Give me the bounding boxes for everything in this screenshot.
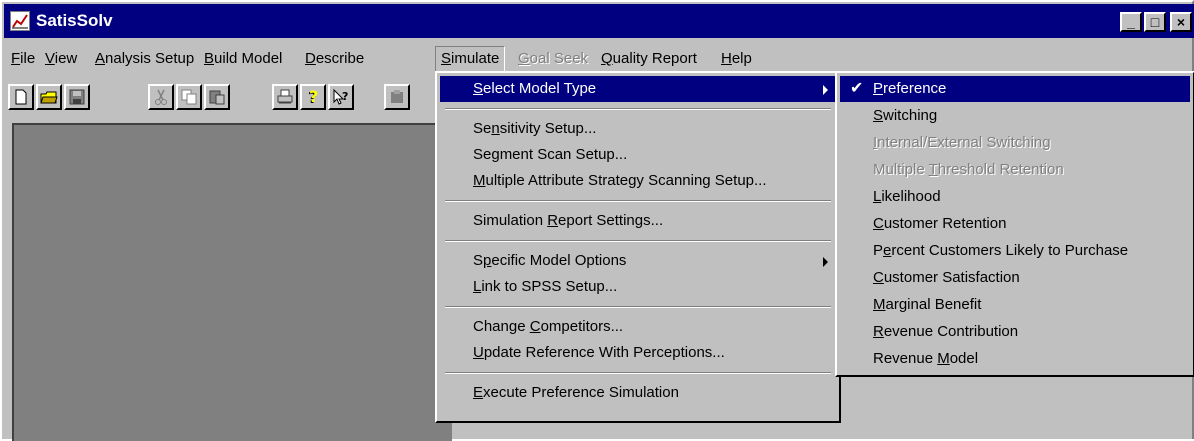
model-type-switching[interactable]: Switching (840, 103, 1190, 129)
mdi-client-area (12, 123, 452, 441)
svg-text:?: ? (309, 88, 318, 106)
svg-text:?: ? (342, 90, 348, 103)
menu-describe[interactable]: Describe (303, 47, 366, 71)
submenu-arrow-icon (823, 85, 828, 95)
open-folder-button[interactable] (36, 84, 62, 110)
menu-item-change-competitors[interactable]: Change Competitors... (440, 314, 836, 340)
maximize-button[interactable]: □ (1144, 12, 1166, 32)
window-title: SatisSolv (36, 11, 113, 30)
menu-item-specific-model-options[interactable]: Specific Model Options (440, 248, 836, 274)
paste-button[interactable] (204, 84, 230, 110)
menu-build-model[interactable]: Build Model (202, 47, 284, 71)
menu-item-segment-scan-setup[interactable]: Segment Scan Setup... (440, 142, 836, 168)
help-button[interactable]: ?? (300, 84, 326, 110)
menu-bar: File View Analysis Setup Build Model Describ… (4, 44, 1194, 74)
close-button[interactable]: × (1170, 12, 1192, 32)
menu-item-link-to-spss-setup[interactable]: Link to SPSS Setup... (440, 274, 836, 300)
menu-separator (445, 108, 831, 110)
new-file-button[interactable] (8, 84, 34, 110)
menu-file[interactable]: File (9, 47, 37, 71)
cut-button[interactable] (148, 84, 174, 110)
menu-item-multiple-attribute-strategy-scanning-setup[interactable]: Multiple Attribute Strategy Scanning Set… (440, 168, 836, 194)
model-type-internal-external-switching: Internal/External Switching (873, 134, 1051, 151)
menu-help[interactable]: Help (719, 47, 754, 71)
menu-quality-report[interactable]: Quality Report (599, 47, 699, 71)
menu-separator (445, 372, 831, 374)
copy-button[interactable] (176, 84, 202, 110)
menu-simulate[interactable]: Simulate (435, 46, 506, 73)
model-type-marginal-benefit[interactable]: Marginal Benefit (840, 292, 1190, 318)
menu-item-sensitivity-setup[interactable]: Sensitivity Setup... (440, 116, 836, 142)
model-type-multiple-threshold-retention: Multiple Threshold Retention (873, 161, 1064, 178)
model-type-customer-satisfaction[interactable]: Customer Satisfaction (840, 265, 1190, 291)
model-type-revenue-contribution[interactable]: Revenue Contribution (840, 319, 1190, 345)
menu-item-update-reference-with-perceptions[interactable]: Update Reference With Perceptions... (440, 340, 836, 366)
menu-separator (445, 240, 831, 242)
model-type-preference[interactable]: ✔ Preference (840, 76, 1190, 102)
model-type-percent-customers-likely-to-purchase[interactable]: Percent Customers Likely to Purchase (840, 238, 1190, 264)
minimize-button[interactable]: _ (1120, 12, 1142, 32)
menu-separator (445, 200, 831, 202)
title-bar[interactable]: SatisSolv _ □ × (4, 4, 1194, 38)
menu-item-simulation-report-settings[interactable]: Simulation Report Settings... (440, 208, 836, 234)
menu-separator (445, 306, 831, 308)
menu-item-execute-preference-simulation[interactable]: Execute Preference Simulation (440, 380, 836, 406)
select-model-type-submenu: ✔ Preference Switching Internal/External Sw… (835, 71, 1194, 377)
model-type-revenue-model[interactable]: Revenue Model (840, 346, 1190, 372)
menu-analysis-setup[interactable]: Analysis Setup (93, 47, 196, 71)
menu-goal-seek: Goal Seek (518, 50, 589, 67)
menu-item-select-model-type[interactable]: Select Model Type (440, 76, 836, 102)
app-chart-icon[interactable] (10, 11, 30, 31)
model-type-likelihood[interactable]: Likelihood (840, 184, 1190, 210)
simulate-menu: Select Model Type Sensitivity Setup... Seg… (435, 71, 841, 423)
model-type-customer-retention[interactable]: Customer Retention (840, 211, 1190, 237)
save-button[interactable] (64, 84, 90, 110)
context-help-button[interactable]: ? (328, 84, 354, 110)
run-button[interactable] (384, 84, 410, 110)
menu-view[interactable]: View (43, 47, 79, 71)
submenu-arrow-icon (823, 257, 828, 267)
checkmark-icon: ✔ (850, 80, 864, 97)
print-button[interactable] (272, 84, 298, 110)
